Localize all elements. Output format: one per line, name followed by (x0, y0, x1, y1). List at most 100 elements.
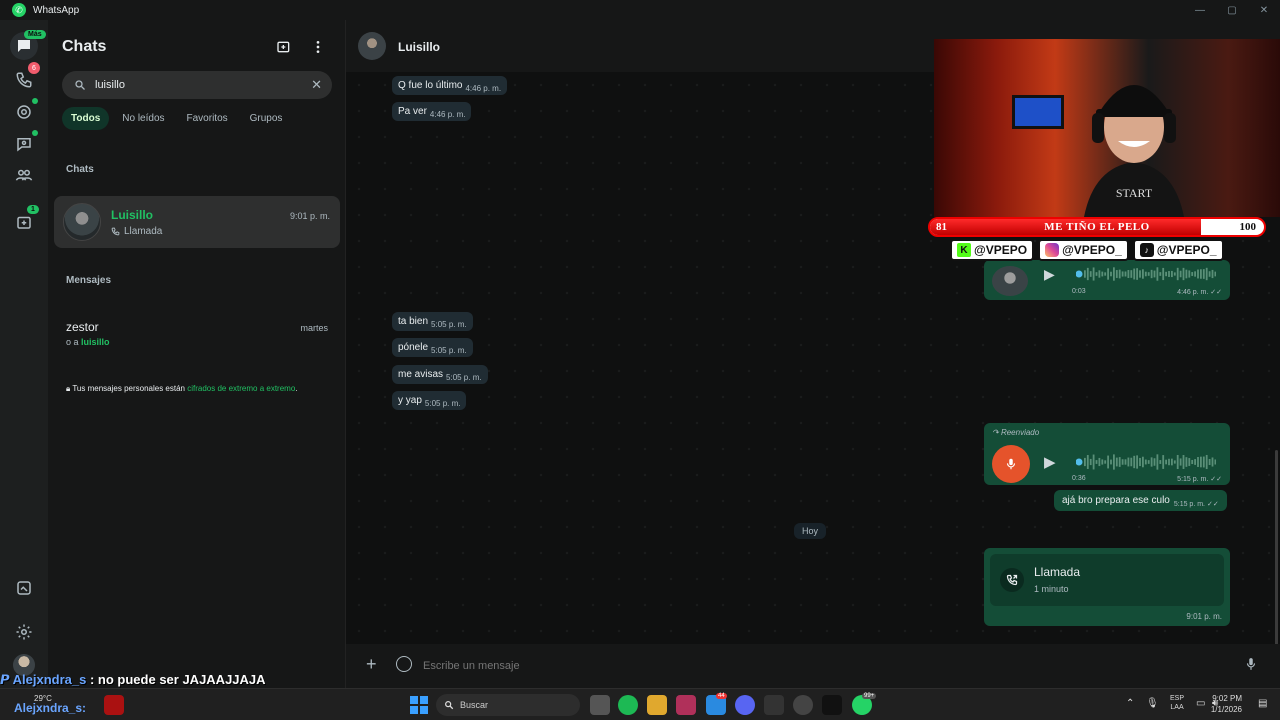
browser-icon[interactable] (793, 695, 813, 715)
forwarded-text: Reenviado (1000, 428, 1040, 437)
play-icon[interactable]: ▶ (1044, 453, 1056, 471)
taskbar-search[interactable]: Buscar (436, 694, 580, 716)
filter-unread[interactable]: No leídos (113, 107, 173, 130)
clear-search-icon[interactable]: ✕ (311, 78, 322, 91)
task-view-icon[interactable] (590, 695, 610, 715)
message-result-match: luisillo (81, 337, 110, 347)
message-incoming[interactable]: Q fue lo último 4:46 p. m. (392, 76, 508, 95)
waveform-bar (1095, 460, 1098, 464)
waveform-bar (1110, 271, 1112, 277)
message-incoming[interactable]: me avisas 5:05 p. m. (392, 365, 488, 384)
message-time: 5:05 p. m. (424, 399, 461, 408)
waveform-bar (1168, 458, 1170, 466)
waveform-bar (1214, 459, 1216, 465)
message-incoming[interactable]: Pa ver 4:46 p. m. (392, 102, 472, 121)
message-incoming[interactable]: pónele 5:05 p. m. (392, 338, 473, 357)
status-dot (32, 98, 38, 104)
filter-groups[interactable]: Grupos (241, 107, 292, 130)
clock[interactable]: 9:02 PM 1/1/2026 (1211, 693, 1242, 715)
call-card[interactable]: Llamada 1 minuto (990, 554, 1224, 606)
message-result-item[interactable]: zestor martes o a luisillo (66, 320, 328, 352)
media-nav-icon[interactable] (12, 576, 36, 600)
message-result-preview: o a luisillo (66, 337, 328, 347)
app-icon-2[interactable] (764, 695, 784, 715)
waveform-bar (1188, 458, 1191, 466)
app-icon[interactable] (676, 695, 696, 715)
waveform-bar (1115, 270, 1118, 278)
language-indicator[interactable]: ESP LAA (1170, 694, 1184, 712)
conversation-scrollbar[interactable] (1275, 450, 1278, 650)
waveform-bar (1176, 454, 1179, 470)
waveform-bar (1179, 270, 1182, 278)
waveform-bar (1089, 458, 1092, 466)
waveform-bar (1098, 270, 1101, 278)
chat-item-luisillo[interactable]: Luisillo 9:01 p. m. Llamada (54, 196, 340, 248)
waveform-bar (1104, 460, 1107, 464)
start-button[interactable] (410, 696, 428, 714)
close-button[interactable]: ✕ (1248, 0, 1280, 20)
voice-message-outgoing[interactable]: ▶ 0:03 4:46 p. m. ✓✓ (984, 260, 1230, 300)
taskbar-app-icon[interactable] (104, 695, 124, 715)
waveform-bar (1144, 271, 1147, 277)
call-time: 9:01 p. m. (1186, 612, 1222, 621)
attach-plus-icon[interactable]: + (366, 654, 377, 675)
instagram-handle: @VPEPO_ (1038, 239, 1129, 261)
waveform[interactable] (1076, 453, 1216, 471)
notifications-icon[interactable]: ▤ (1258, 698, 1267, 709)
network-icon[interactable]: ▭ (1196, 698, 1205, 709)
message-incoming[interactable]: y yap 5:05 p. m. (392, 391, 467, 410)
navigation-rail: Más 6 1 (0, 20, 48, 688)
message-input[interactable] (423, 656, 1183, 676)
tray-chevron-icon[interactable]: ⌃ (1126, 698, 1134, 709)
waveform[interactable] (1076, 266, 1216, 282)
chat-list-panel: Chats ✕ Todos No leídos Favoritos Grupos… (48, 20, 346, 688)
voice-message-forwarded[interactable]: ↷ Reenviado ▶ 0:36 5:15 p. m. ✓✓ (984, 423, 1230, 485)
waveform-bar (1133, 455, 1136, 469)
waveform-bar (1182, 267, 1185, 281)
kick-handle-text: @VPEPO (974, 243, 1028, 257)
waveform-bar (1200, 269, 1202, 279)
tray-mic-icon[interactable]: 🎙︎ (1146, 698, 1159, 709)
chat-preview: Llamada (111, 226, 162, 237)
maximize-button[interactable]: ▢ (1216, 0, 1248, 20)
contact-name[interactable]: Luisillo (398, 40, 440, 54)
screen: ✆ WhatsApp — ▢ ✕ Más 6 1 Chats luisillo … (0, 0, 1280, 720)
spotify-icon[interactable] (618, 695, 638, 715)
e2e-link[interactable]: cifrados de extremo a extremo (187, 384, 295, 393)
channels-nav-icon[interactable] (12, 132, 36, 156)
filter-favorites[interactable]: Favoritos (178, 107, 237, 130)
waveform-bar (1086, 267, 1089, 281)
minimize-button[interactable]: — (1184, 0, 1216, 20)
call-message[interactable]: Llamada 1 minuto 9:01 p. m. (984, 548, 1230, 626)
file-explorer-icon[interactable] (647, 695, 667, 715)
message-incoming[interactable]: ta bien 5:05 p. m. (392, 312, 473, 331)
message-outgoing[interactable]: ajá bro prepara ese culo 5:15 p. m. ✓✓ (1054, 490, 1227, 511)
waveform-bar (1185, 269, 1188, 279)
waveform-bar (1107, 268, 1109, 280)
tiktok-icon[interactable] (822, 695, 842, 715)
new-chat-icon[interactable] (274, 37, 294, 57)
waveform-bar (1147, 272, 1150, 276)
communities-nav-icon[interactable] (12, 163, 36, 187)
contact-avatar[interactable] (358, 32, 386, 60)
waveform-bar (1118, 457, 1121, 467)
waveform-bar (1191, 459, 1194, 465)
waveform-bar (1202, 269, 1205, 279)
menu-dots-icon[interactable] (308, 37, 328, 57)
settings-gear-icon[interactable] (12, 620, 36, 644)
filter-all[interactable]: Todos (62, 107, 110, 130)
waveform-bar (1144, 459, 1147, 465)
instagram-handle-text: @VPEPO_ (1062, 243, 1122, 257)
play-icon[interactable]: ▶ (1044, 266, 1055, 283)
discord-icon[interactable] (735, 695, 755, 715)
search-input[interactable] (95, 79, 295, 91)
messages-section-label: Mensajes (66, 275, 112, 286)
app-badge: 44 (716, 693, 727, 699)
status-nav-icon[interactable] (12, 100, 36, 124)
clock-time: 9:02 PM (1212, 694, 1242, 703)
date-separator: Hoy (794, 523, 827, 539)
waveform-bar (1200, 456, 1202, 468)
waveform-bar (1113, 267, 1115, 281)
emoji-icon[interactable] (396, 656, 412, 672)
voice-record-icon[interactable] (1244, 656, 1258, 677)
